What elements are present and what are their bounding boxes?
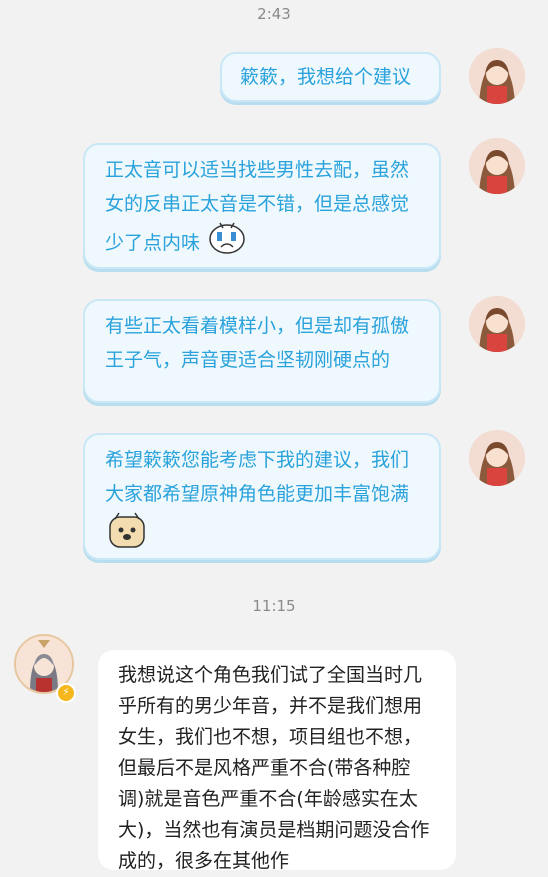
user-avatar-icon xyxy=(469,296,525,352)
message-bubble[interactable]: 簌簌，我想给个建议 xyxy=(220,52,441,102)
user-avatar-icon xyxy=(469,430,525,486)
message-bubble[interactable]: 希望簌簌您能考虑下我的建议，我们大家都希望原神角色能更加丰富饱满 xyxy=(83,433,441,560)
avatar[interactable] xyxy=(469,430,525,486)
crying-face-sticker-icon xyxy=(208,221,246,266)
message-text: 正太音可以适当找些男性去配，虽然女的反串正太音是不错，但是总感觉少了点内味 xyxy=(105,159,410,254)
user-avatar-icon xyxy=(469,48,525,104)
timestamp: 2:43 xyxy=(257,5,291,23)
avatar[interactable] xyxy=(469,138,525,194)
message-bubble[interactable]: 正太音可以适当找些男性去配，虽然女的反串正太音是不错，但是总感觉少了点内味 xyxy=(83,143,441,269)
message-text: 希望簌簌您能考虑下我的建议，我们大家都希望原神角色能更加丰富饱满 xyxy=(105,449,410,505)
avatar[interactable] xyxy=(469,296,525,352)
avatar[interactable] xyxy=(469,48,525,104)
lightning-badge-icon: ⚡ xyxy=(56,683,76,703)
dog-face-sticker-icon xyxy=(107,511,147,560)
user-avatar-icon xyxy=(469,138,525,194)
timestamp: 11:15 xyxy=(252,597,296,615)
message-bubble[interactable]: 有些正太看着模样小，但是却有孤傲王子气，声音更适合坚韧刚硬点的 xyxy=(83,299,441,403)
message-bubble[interactable]: 我想说这个角色我们试了全国当时几乎所有的男少年音，并不是我们想用女生，我们也不想… xyxy=(98,650,456,872)
